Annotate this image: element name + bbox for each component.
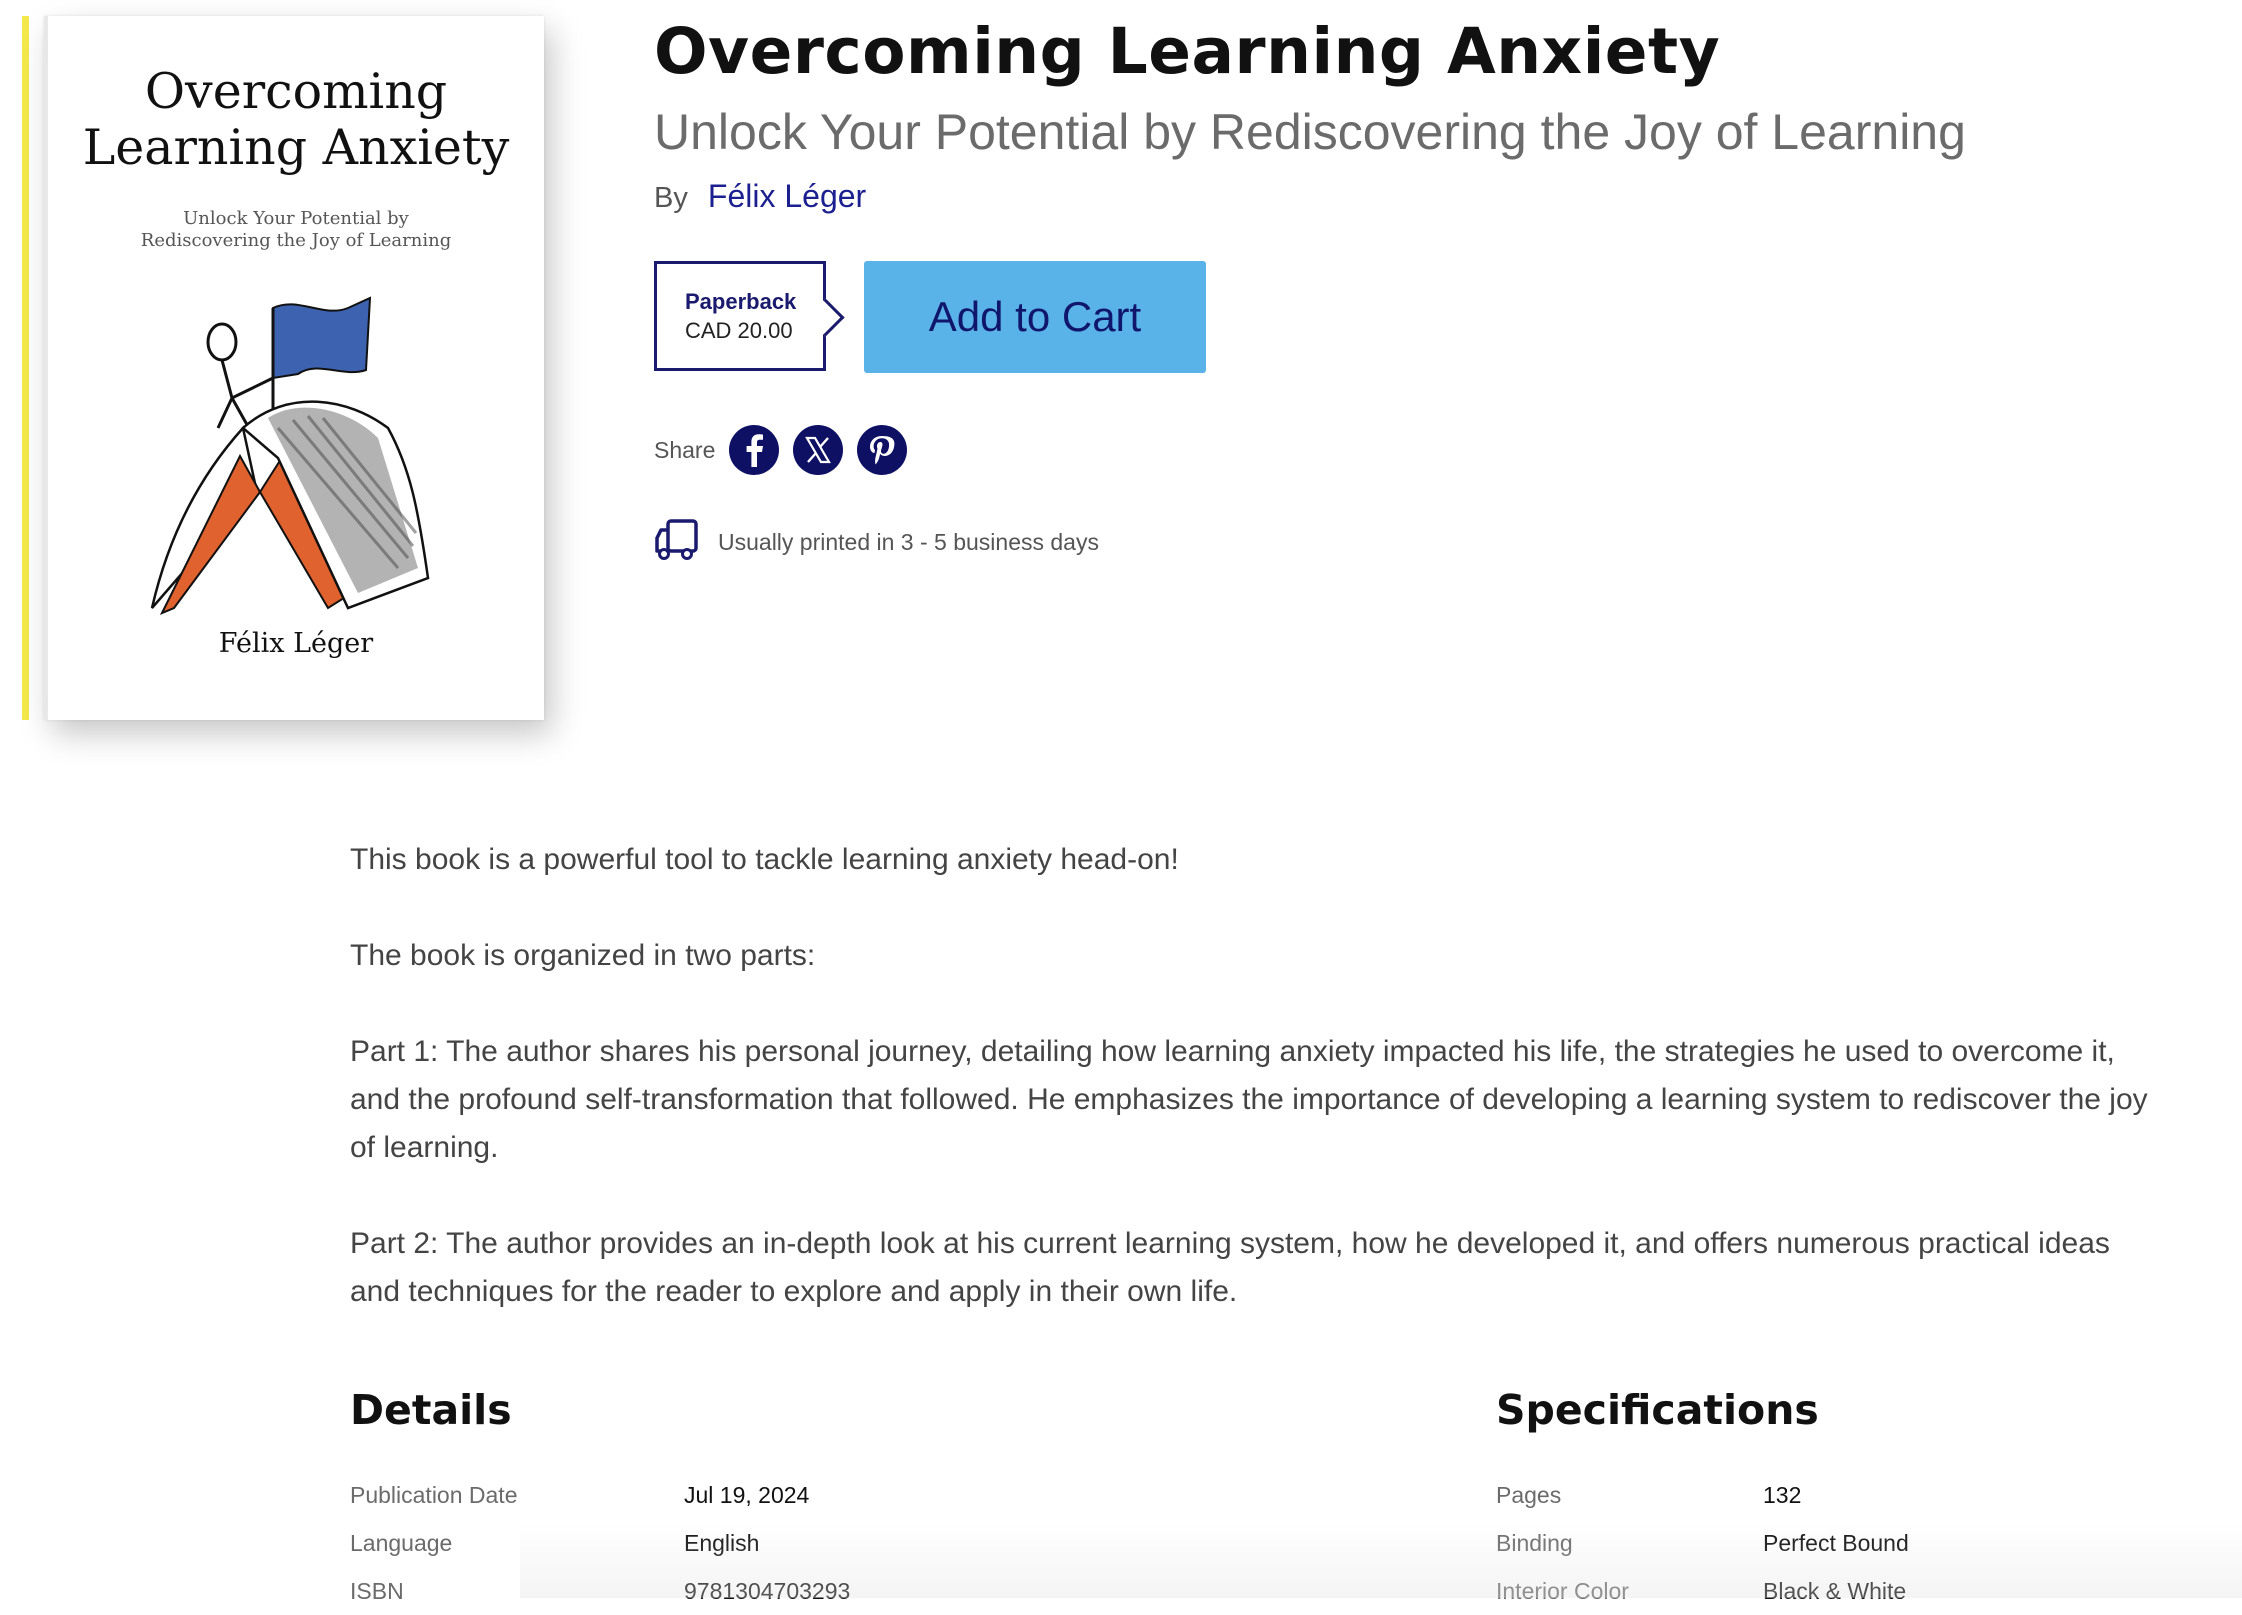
by-label: By bbox=[654, 182, 688, 214]
cover-author: Félix Léger bbox=[218, 628, 374, 659]
details-key: Language bbox=[350, 1529, 453, 1556]
details-key: Publication Date bbox=[350, 1481, 518, 1508]
spec-row: Binding Perfect Bound bbox=[1496, 1519, 2116, 1567]
facebook-icon[interactable] bbox=[729, 425, 780, 475]
description-paragraph: The book is organized in two parts: bbox=[350, 939, 816, 972]
details-table: Publication Date Jul 19, 2024 Language E… bbox=[350, 1471, 970, 1615]
book-description: This book is a powerful tool to tackle l… bbox=[350, 836, 2150, 1364]
truck-icon bbox=[654, 518, 700, 567]
details-value: Jul 19, 2024 bbox=[684, 1481, 810, 1508]
description-paragraph: Part 2: The author provides an in-depth … bbox=[350, 1227, 2110, 1308]
spec-value: Black & White bbox=[1763, 1577, 1907, 1604]
share-bar: Share bbox=[654, 423, 921, 477]
spec-value: 132 bbox=[1763, 1481, 1802, 1508]
cover-page: Overcoming Learning Anxiety Unlock Your … bbox=[44, 16, 544, 720]
format-price: CAD 20.00 bbox=[685, 318, 793, 343]
specifications-heading: Specifications bbox=[1496, 1386, 1819, 1434]
byline: By Félix Léger bbox=[654, 178, 866, 215]
cover-subtitle-line: Rediscovering the Joy of Learning bbox=[140, 230, 452, 251]
spec-key: Binding bbox=[1496, 1529, 1573, 1556]
cover-subtitle: Unlock Your Potential by Rediscovering t… bbox=[98, 208, 494, 252]
cover-title-line: Learning Anxiety bbox=[82, 119, 510, 176]
pinterest-icon[interactable] bbox=[857, 425, 908, 475]
spec-row: Pages 132 bbox=[1496, 1471, 2116, 1519]
cover-spine-strip bbox=[22, 16, 29, 720]
details-row: Publication Date Jul 19, 2024 bbox=[350, 1471, 970, 1519]
cover-title: Overcoming Learning Anxiety bbox=[48, 64, 544, 176]
details-key: ISBN bbox=[350, 1577, 404, 1604]
format-option-paperback[interactable]: Paperback CAD 20.00 bbox=[654, 261, 826, 371]
open-book-flag-illustration bbox=[150, 296, 430, 615]
format-name: Paperback bbox=[685, 289, 797, 314]
details-value: 9781304703293 bbox=[684, 1577, 851, 1604]
x-icon[interactable] bbox=[793, 425, 844, 475]
spec-row: Interior Color Black & White bbox=[1496, 1567, 2116, 1615]
spec-key: Interior Color bbox=[1496, 1577, 1629, 1604]
details-row: ISBN 9781304703293 bbox=[350, 1567, 970, 1615]
book-cover[interactable]: Overcoming Learning Anxiety Unlock Your … bbox=[22, 14, 544, 720]
share-label: Share bbox=[654, 436, 716, 463]
description-paragraph: This book is a powerful tool to tackle l… bbox=[350, 843, 1179, 876]
specifications-table: Pages 132 Binding Perfect Bound Interior… bbox=[1496, 1471, 2116, 1615]
shipping-text: Usually printed in 3 - 5 business days bbox=[718, 528, 1099, 555]
details-heading: Details bbox=[350, 1386, 512, 1434]
cover-subtitle-line: Unlock Your Potential by bbox=[183, 208, 409, 229]
add-to-cart-button[interactable]: Add to Cart bbox=[864, 261, 1206, 373]
product-subtitle: Unlock Your Potential by Rediscovering t… bbox=[654, 104, 1966, 160]
description-paragraph: Part 1: The author shares his personal j… bbox=[350, 1035, 2148, 1164]
product-title: Overcoming Learning Anxiety bbox=[654, 15, 1721, 88]
cover-title-line: Overcoming bbox=[144, 63, 448, 120]
spec-key: Pages bbox=[1496, 1481, 1562, 1508]
spec-value: Perfect Bound bbox=[1763, 1529, 1909, 1556]
details-row: Language English bbox=[350, 1519, 970, 1567]
details-value: English bbox=[684, 1529, 760, 1556]
author-link[interactable]: Félix Léger bbox=[708, 178, 866, 214]
shipping-info: Usually printed in 3 - 5 business days bbox=[654, 518, 1099, 566]
